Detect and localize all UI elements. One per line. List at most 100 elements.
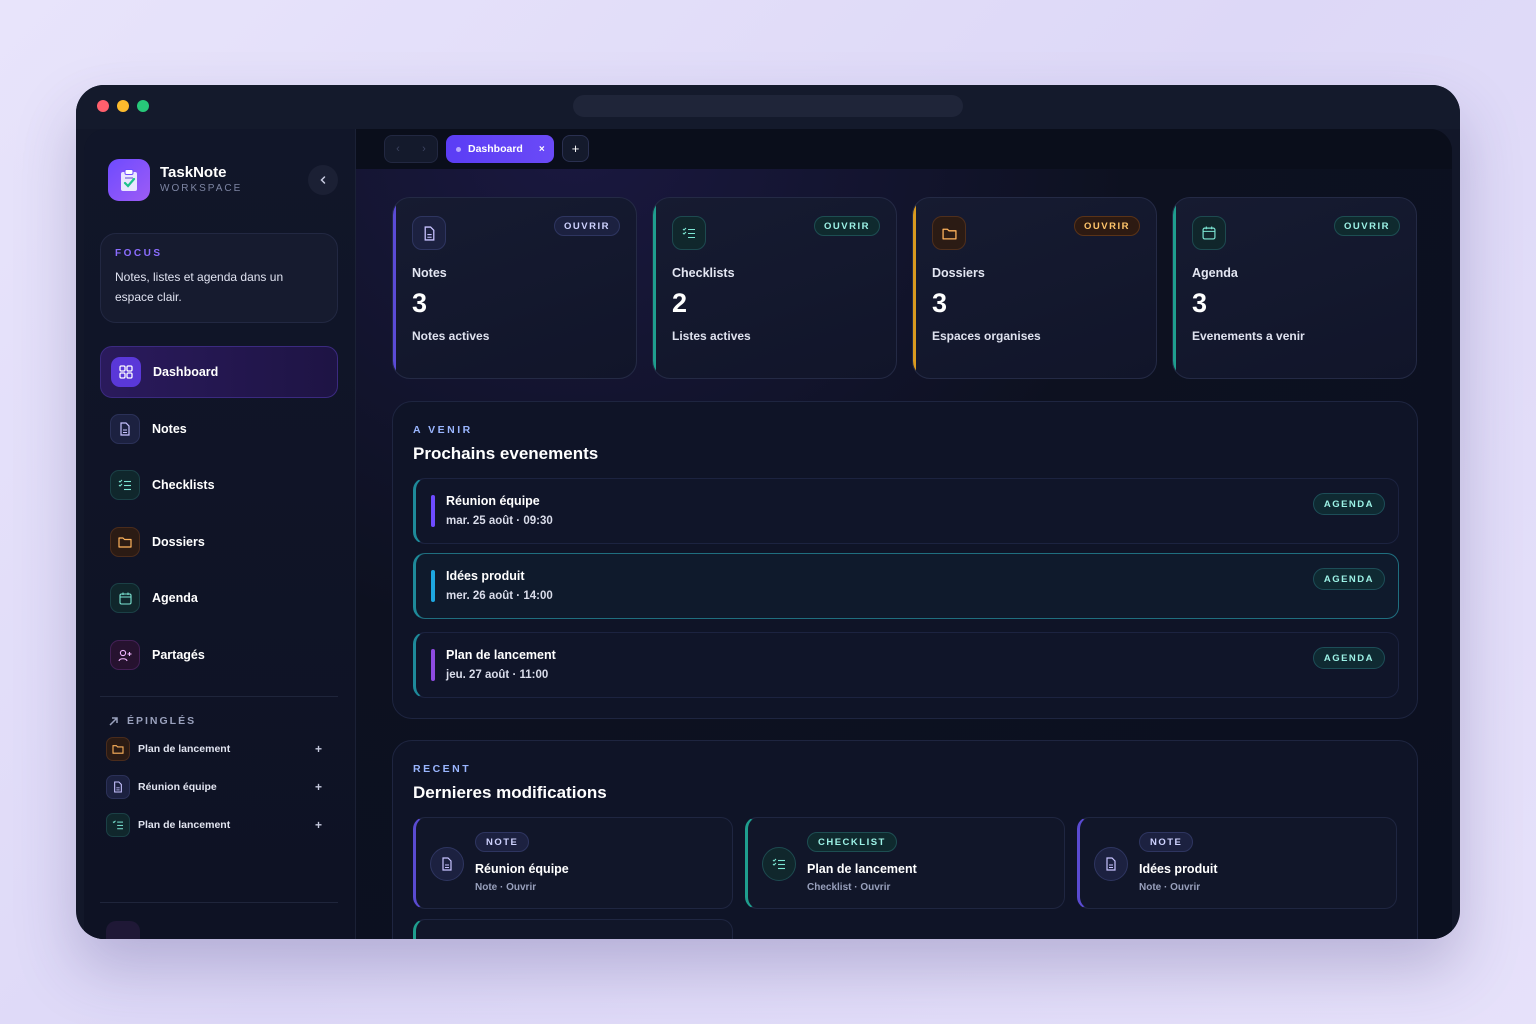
clipboard-icon (121, 169, 137, 191)
document-icon (430, 847, 464, 881)
address-bar[interactable] (573, 95, 963, 117)
stat-accent (653, 198, 656, 378)
stat-card-checklists[interactable]: OUVRIR Checklists 2 Listes actives (652, 197, 897, 379)
stat-accent (393, 198, 396, 378)
app-subtitle: WORKSPACE (160, 183, 243, 194)
recent-subtitle: Checklist · Ouvrir (807, 882, 891, 893)
sidebar-item-dashboard[interactable]: Dashboard (100, 346, 338, 398)
event-color-bar (431, 570, 435, 602)
stat-label: Notes (412, 266, 447, 280)
pinned-item[interactable]: Plan de lancement + (106, 810, 326, 840)
recent-item[interactable]: NOTE Réunion équipe Note · Ouvrir (413, 817, 733, 909)
recent-title: Réunion équipe (475, 862, 569, 876)
recent-title: Idées produit (1139, 862, 1218, 876)
tab-label: Dashboard (468, 143, 523, 155)
sidebar-item-label: Notes (152, 422, 187, 436)
tab-close-button[interactable]: × (539, 144, 545, 155)
section-title: Dernieres modifications (413, 783, 607, 802)
sidebar-divider (100, 902, 338, 903)
stat-card-notes[interactable]: OUVRIR Notes 3 Notes actives (392, 197, 637, 379)
window-titlebar (76, 85, 1460, 129)
section-kicker: RECENT (413, 763, 472, 775)
open-button[interactable]: OUVRIR (1074, 216, 1140, 236)
stat-subtitle: Listes actives (672, 329, 751, 343)
app-name: TaskNote (160, 164, 227, 181)
sidebar-item-checklists[interactable]: Checklists (100, 459, 338, 511)
stat-value: 2 (672, 288, 688, 318)
open-button[interactable]: OUVRIR (814, 216, 880, 236)
stat-subtitle: Notes actives (412, 329, 490, 343)
checklist-icon (106, 813, 130, 837)
event-item[interactable]: Idées produit mer. 26 août · 14:00 AGEND… (413, 553, 1399, 619)
app-logo (108, 159, 150, 201)
new-tab-button[interactable]: + (562, 135, 589, 162)
recent-item[interactable]: CHECKLIST Plan de lancement Checklist · … (745, 817, 1065, 909)
pinned-item[interactable]: Plan de lancement + (106, 734, 326, 764)
pinned-section-title: ÉPINGLÉS (108, 715, 196, 727)
tab-dashboard[interactable]: Dashboard × (446, 135, 554, 163)
recent-title: Plan de lancement (807, 862, 917, 876)
focus-text: Notes, listes et agenda dans un espace c… (115, 270, 284, 304)
app-window: TaskNote WORKSPACE FOCUS Notes, listes e… (76, 85, 1460, 939)
collapse-sidebar-button[interactable] (308, 165, 338, 195)
forward-arrow-icon[interactable]: › (422, 143, 426, 155)
document-icon (1094, 847, 1128, 881)
stat-subtitle: Evenements a venir (1192, 329, 1305, 343)
sidebar-item-notes[interactable]: Notes (100, 403, 338, 455)
recent-item[interactable]: NOTE Idées produit Note · Ouvrir (1077, 817, 1397, 909)
pin-add-button[interactable]: + (315, 780, 322, 794)
checklist-icon (110, 470, 140, 500)
stat-card-agenda[interactable]: OUVRIR Agenda 3 Evenements a venir (1172, 197, 1417, 379)
open-button[interactable]: OUVRIR (554, 216, 620, 236)
tab-bar: ‹ › Dashboard × + (356, 129, 1452, 169)
calendar-icon (110, 583, 140, 613)
avatar[interactable] (106, 921, 140, 939)
upcoming-events-panel: A VENIR Prochains evenements Réunion équ… (392, 401, 1418, 719)
back-arrow-icon[interactable]: ‹ (396, 143, 400, 155)
event-date: mar. 25 août · 09:30 (446, 515, 553, 527)
section-title: Prochains evenements (413, 444, 599, 463)
user-plus-icon (110, 640, 140, 670)
sidebar-item-dossiers[interactable]: Dossiers (100, 516, 338, 568)
folder-icon (932, 216, 966, 250)
recent-type-badge: NOTE (1139, 832, 1194, 852)
arrow-up-right-icon (109, 716, 118, 726)
event-color-bar (431, 649, 435, 681)
pinned-title-label: ÉPINGLÉS (127, 715, 197, 727)
grid-icon (111, 357, 141, 387)
stat-label: Checklists (672, 266, 735, 280)
pinned-item-label: Plan de lancement (138, 743, 231, 755)
event-date: jeu. 27 août · 11:00 (446, 669, 549, 681)
sidebar-item-agenda[interactable]: Agenda (100, 572, 338, 624)
open-button[interactable]: OUVRIR (1334, 216, 1400, 236)
recent-subtitle: Note · Ouvrir (475, 882, 537, 893)
recent-item-partial[interactable] (413, 919, 733, 939)
folder-icon (106, 737, 130, 761)
sidebar-item-partages[interactable]: Partagés (100, 629, 338, 681)
pin-add-button[interactable]: + (315, 742, 322, 756)
event-title: Plan de lancement (446, 648, 556, 662)
event-item[interactable]: Réunion équipe mar. 25 août · 09:30 AGEN… (413, 478, 1399, 544)
event-item[interactable]: Plan de lancement jeu. 27 août · 11:00 A… (413, 632, 1399, 698)
recent-type-badge: NOTE (475, 832, 530, 852)
minimize-window-button[interactable] (117, 100, 129, 112)
close-window-button[interactable] (97, 100, 109, 112)
pinned-item[interactable]: Réunion équipe + (106, 772, 326, 802)
focus-title: FOCUS (115, 248, 163, 259)
stat-value: 3 (932, 288, 948, 318)
stat-label: Dossiers (932, 266, 985, 280)
sidebar-item-label: Dossiers (152, 535, 205, 549)
pin-add-button[interactable]: + (315, 818, 322, 832)
document-icon (412, 216, 446, 250)
sidebar-item-label: Checklists (152, 478, 215, 492)
stat-subtitle: Espaces organises (932, 329, 1041, 343)
event-date: mer. 26 août · 14:00 (446, 590, 553, 602)
sidebar: TaskNote WORKSPACE FOCUS Notes, listes e… (84, 129, 356, 939)
event-title: Idées produit (446, 569, 525, 583)
document-icon (110, 414, 140, 444)
sidebar-item-label: Partagés (152, 648, 205, 662)
checklist-icon (672, 216, 706, 250)
maximize-window-button[interactable] (137, 100, 149, 112)
stat-card-dossiers[interactable]: OUVRIR Dossiers 3 Espaces organises (912, 197, 1157, 379)
document-icon (106, 775, 130, 799)
